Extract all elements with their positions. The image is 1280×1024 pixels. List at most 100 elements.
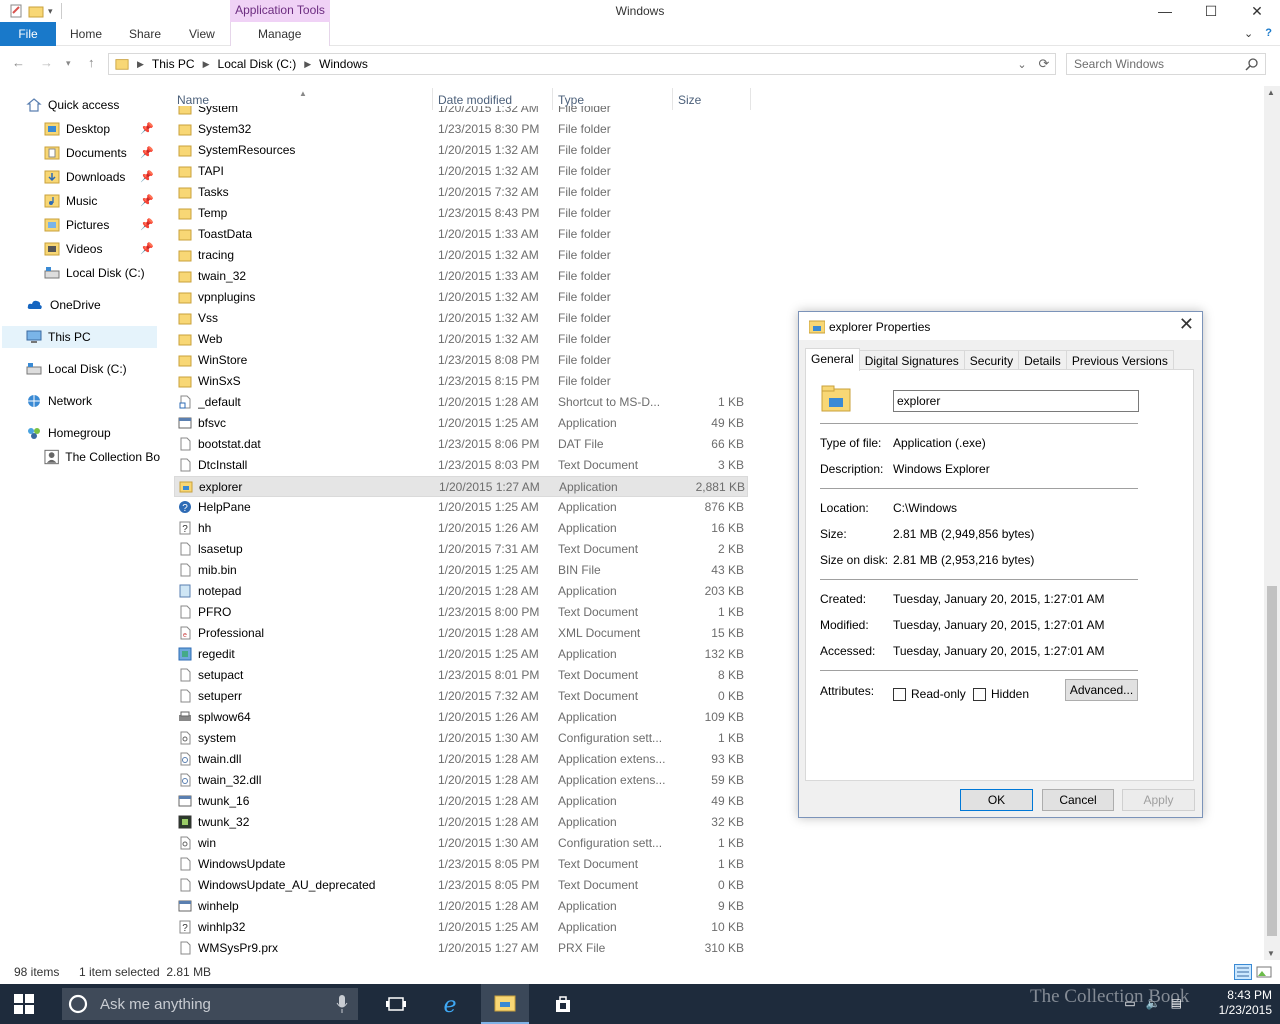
search-input[interactable]: Search Windows [1066,53,1266,75]
table-row[interactable]: splwow64 1/20/2015 1:26 AM Application 109 … [174,707,748,728]
sidebar-item-local-disk-quick[interactable]: Local Disk (C:) [44,262,160,284]
back-arrow-icon[interactable]: ← [12,55,25,70]
table-row[interactable]: notepad 1/20/2015 1:28 AM Application 203 K… [174,581,748,602]
table-row[interactable]: SystemResources 1/20/2015 1:32 AM File fol… [174,140,748,161]
sidebar-item-quick-access[interactable]: Quick access [26,94,160,116]
pin-icon[interactable]: 📌 [140,122,154,135]
start-button[interactable] [0,984,48,1024]
close-button[interactable]: ✕ [1234,0,1280,22]
table-row[interactable]: WinStore 1/23/2015 8:08 PM File folder [174,350,748,371]
table-row[interactable]: WindowsUpdate 1/23/2015 8:05 PM Text Docum… [174,854,748,875]
address-bar[interactable]: ▶ This PC ▶ Local Disk (C:) ▶ Windows ⌄ … [108,53,1056,75]
pin-icon[interactable]: 📌 [140,146,154,159]
sidebar-item-pictures[interactable]: Pictures 📌 [44,214,160,236]
forward-arrow-icon[interactable]: → [40,55,53,70]
details-view-icon[interactable] [1234,964,1252,980]
table-row[interactable]: bfsvc 1/20/2015 1:25 AM Application 49 KB [174,413,748,434]
sidebar-item-this-pc[interactable]: This PC [2,326,157,348]
properties-icon[interactable] [8,3,24,19]
cancel-button[interactable]: Cancel [1042,789,1114,811]
tab-home[interactable]: Home [70,22,102,46]
hidden-checkbox[interactable]: Hidden [973,687,1029,701]
task-view-button[interactable] [372,984,420,1024]
apply-button[interactable]: Apply [1122,789,1195,811]
table-row[interactable]: setupact 1/23/2015 8:01 PM Text Document 8 … [174,665,748,686]
address-dropdown-chevron-icon[interactable]: ⌄ [1011,58,1033,71]
cortana-search-box[interactable]: Ask me anything [62,988,358,1020]
table-row[interactable]: twain_32.dll 1/20/2015 1:28 AM Application… [174,770,748,791]
breadcrumb-local-disk[interactable]: Local Disk (C:) [218,57,297,71]
file-explorer-taskbar-button[interactable] [481,984,529,1024]
breadcrumb-windows[interactable]: Windows [319,57,368,71]
table-row[interactable]: Web 1/20/2015 1:32 AM File folder [174,329,748,350]
table-row[interactable]: twunk_32 1/20/2015 1:28 AM Application 32 K… [174,812,748,833]
pin-icon[interactable]: 📌 [140,170,154,183]
tab-digital-signatures[interactable]: Digital Signatures [858,350,965,371]
table-row[interactable]: bootstat.dat 1/23/2015 8:06 PM DAT File 66 … [174,434,748,455]
internet-explorer-taskbar-button[interactable]: e [426,984,474,1024]
microphone-icon[interactable] [336,994,348,1014]
table-row[interactable]: vpnplugins 1/20/2015 1:32 AM File folder [174,287,748,308]
table-row[interactable]: ? HelpPane 1/20/2015 1:25 AM Application 876… [174,497,748,518]
breadcrumb-separator-icon[interactable]: ▶ [137,59,144,70]
tab-share[interactable]: Share [129,22,161,46]
table-row[interactable]: system 1/20/2015 1:30 AM Configuration set… [174,728,748,749]
sidebar-item-downloads[interactable]: Downloads 📌 [44,166,160,188]
ok-button[interactable]: OK [960,789,1033,811]
table-row[interactable]: twain_32 1/20/2015 1:33 AM File folder [174,266,748,287]
checkbox-box[interactable] [973,687,986,701]
large-icons-view-icon[interactable] [1256,964,1272,980]
expand-ribbon-chevron-icon[interactable]: ⌄ [1244,27,1253,40]
table-row[interactable]: System32 1/23/2015 8:30 PM File folder [174,119,748,140]
table-row[interactable]: twain.dll 1/20/2015 1:28 AM Application ex… [174,749,748,770]
new-folder-icon[interactable] [28,3,44,19]
table-row[interactable]: e Professional 1/20/2015 1:28 AM XML Docume… [174,623,748,644]
tab-security[interactable]: Security [963,350,1020,371]
table-row[interactable]: DtcInstall 1/23/2015 8:03 PM Text Document… [174,455,748,476]
help-icon[interactable]: ? [1265,27,1272,40]
table-row[interactable]: Tasks 1/20/2015 7:32 AM File folder [174,182,748,203]
refresh-icon[interactable]: ⟳ [1033,56,1055,72]
pin-icon[interactable]: 📌 [140,194,154,207]
tab-details[interactable]: Details [1018,350,1067,371]
vertical-scrollbar[interactable]: ▲ ▼ [1264,86,1280,960]
sidebar-item-local-disk[interactable]: Local Disk (C:) [26,358,160,380]
breadcrumb-separator-icon[interactable]: ▶ [304,59,311,70]
table-row[interactable]: Vss 1/20/2015 1:32 AM File folder [174,308,748,329]
sidebar-item-music[interactable]: Music 📌 [44,190,160,212]
dialog-title-bar[interactable]: explorer Properties ✕ [799,312,1202,340]
pin-icon[interactable]: 📌 [140,242,154,255]
breadcrumb-separator-icon[interactable]: ▶ [203,59,210,70]
sidebar-item-network[interactable]: Network [26,390,160,412]
sidebar-item-documents[interactable]: Documents 📌 [44,142,160,164]
table-row[interactable]: tracing 1/20/2015 1:32 AM File folder [174,245,748,266]
sidebar-item-homegroup[interactable]: Homegroup [26,422,160,444]
store-taskbar-button[interactable] [539,984,587,1024]
table-row[interactable]: winhelp 1/20/2015 1:28 AM Application 9 KB [174,896,748,917]
table-row[interactable]: explorer 1/20/2015 1:27 AM Application 2,88… [174,476,748,497]
table-row[interactable]: twunk_16 1/20/2015 1:28 AM Application 49 K… [174,791,748,812]
sidebar-item-user[interactable]: The Collection Bo [44,446,160,468]
table-row[interactable]: ? winhlp32 1/20/2015 1:25 AM Application 10 … [174,917,748,938]
customize-qat-chevron-icon[interactable]: ▾ [48,6,53,17]
table-row[interactable]: WindowsUpdate_AU_deprecated 1/23/2015 8:0… [174,875,748,896]
breadcrumb-this-pc[interactable]: This PC [152,57,195,71]
file-name-field[interactable]: explorer [893,390,1139,412]
recent-locations-chevron-icon[interactable]: ▾ [66,58,71,69]
advanced-button[interactable]: Advanced... [1065,679,1138,701]
sidebar-item-videos[interactable]: Videos 📌 [44,238,160,260]
table-row[interactable]: Temp 1/23/2015 8:43 PM File folder [174,203,748,224]
tab-general[interactable]: General [805,348,860,371]
table-row[interactable]: TAPI 1/20/2015 1:32 AM File folder [174,161,748,182]
clock[interactable]: 8:43 PM 1/23/2015 [1219,988,1272,1018]
up-arrow-icon[interactable]: ↑ [88,55,95,70]
table-row[interactable]: mib.bin 1/20/2015 1:25 AM BIN File 43 KB [174,560,748,581]
table-row[interactable]: win 1/20/2015 1:30 AM Configuration sett..… [174,833,748,854]
table-row[interactable]: _default 1/20/2015 1:28 AM Shortcut to MS-… [174,392,748,413]
scroll-up-arrow-icon[interactable]: ▲ [1267,88,1275,97]
tab-previous-versions[interactable]: Previous Versions [1065,350,1174,371]
checkbox-box[interactable] [893,687,906,701]
tab-file[interactable]: File [0,22,56,46]
readonly-checkbox[interactable]: Read-only [893,687,966,701]
maximize-button[interactable]: ☐ [1188,0,1234,22]
